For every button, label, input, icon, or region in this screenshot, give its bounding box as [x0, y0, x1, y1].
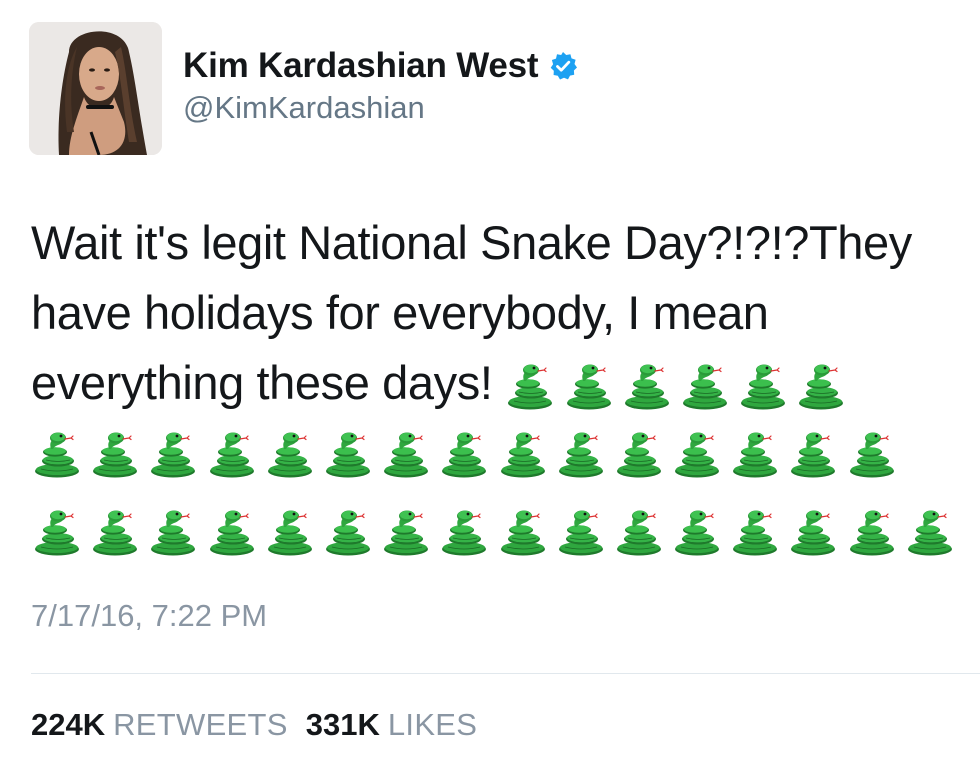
verified-badge-icon — [548, 51, 578, 81]
snake-emoji-icon — [31, 505, 83, 557]
snake-emoji-icon — [846, 505, 898, 557]
snake-emoji-icon — [671, 505, 723, 557]
tweet-stats: 224K RETWEETS 331K LIKES — [31, 707, 477, 743]
snake-emoji-icon — [31, 427, 83, 479]
likes-count: 331K — [305, 707, 380, 742]
snake-emoji-icon — [264, 505, 316, 557]
tweet-text-line: everything these days! — [31, 348, 971, 418]
tweet-text-line: Wait it's legit National Snake Day?!?!?T… — [31, 216, 912, 269]
divider — [31, 673, 980, 674]
retweets-label: RETWEETS — [113, 707, 288, 742]
snake-emoji-icon — [795, 359, 847, 411]
snake-emoji-icon — [322, 427, 374, 479]
snake-emoji-icon — [613, 505, 665, 557]
snake-emoji-icon — [264, 427, 316, 479]
tweet-timestamp[interactable]: 7/17/16, 7:22 PM — [31, 598, 267, 634]
avatar-image — [29, 22, 162, 155]
snake-emoji-icon — [846, 427, 898, 479]
snake-emoji-icon — [380, 427, 432, 479]
snake-emoji-icon — [621, 359, 673, 411]
author-name-row: Kim Kardashian West — [183, 46, 578, 86]
snake-emoji-icon — [438, 505, 490, 557]
snake-emoji-icon — [613, 427, 665, 479]
snake-emoji-icon — [380, 505, 432, 557]
snake-emoji-icon — [322, 505, 374, 557]
snake-emoji-icon — [555, 505, 607, 557]
snake-emoji-row — [31, 505, 962, 557]
snake-emoji-icon — [679, 359, 731, 411]
snake-emoji-icon — [787, 505, 839, 557]
likes-stat[interactable]: 331K LIKES — [306, 707, 478, 742]
snake-emoji-icon — [787, 427, 839, 479]
snake-emoji-icon — [89, 505, 141, 557]
snake-emoji-icon — [729, 427, 781, 479]
snake-emoji-icon — [147, 505, 199, 557]
likes-label: LIKES — [387, 707, 478, 742]
tweet-text: Wait it's legit National Snake Day?!?!?T… — [31, 208, 971, 418]
snake-emoji-icon — [729, 505, 781, 557]
snake-emoji-icon — [497, 505, 549, 557]
avatar[interactable] — [29, 22, 162, 155]
author-handle[interactable]: @KimKardashian — [183, 90, 425, 126]
tweet-text-line: have holidays for everybody, I mean — [31, 286, 769, 339]
tweet-text-segment: everything these days! — [31, 356, 493, 409]
snake-emoji-icon — [504, 359, 556, 411]
author-display-name[interactable]: Kim Kardashian West — [183, 46, 539, 86]
retweets-count: 224K — [31, 707, 106, 742]
snake-emoji-icon — [147, 427, 199, 479]
snake-emoji-icon — [89, 427, 141, 479]
retweets-stat[interactable]: 224K RETWEETS — [31, 707, 288, 742]
snake-emoji-icon — [497, 427, 549, 479]
snake-emoji-icon — [438, 427, 490, 479]
snake-emoji-icon — [555, 427, 607, 479]
snake-emoji-icon — [206, 427, 258, 479]
snake-emoji-group — [504, 359, 853, 411]
snake-emoji-row — [31, 427, 904, 479]
snake-emoji-icon — [737, 359, 789, 411]
snake-emoji-icon — [904, 505, 956, 557]
snake-emoji-icon — [671, 427, 723, 479]
snake-emoji-icon — [563, 359, 615, 411]
snake-emoji-icon — [206, 505, 258, 557]
